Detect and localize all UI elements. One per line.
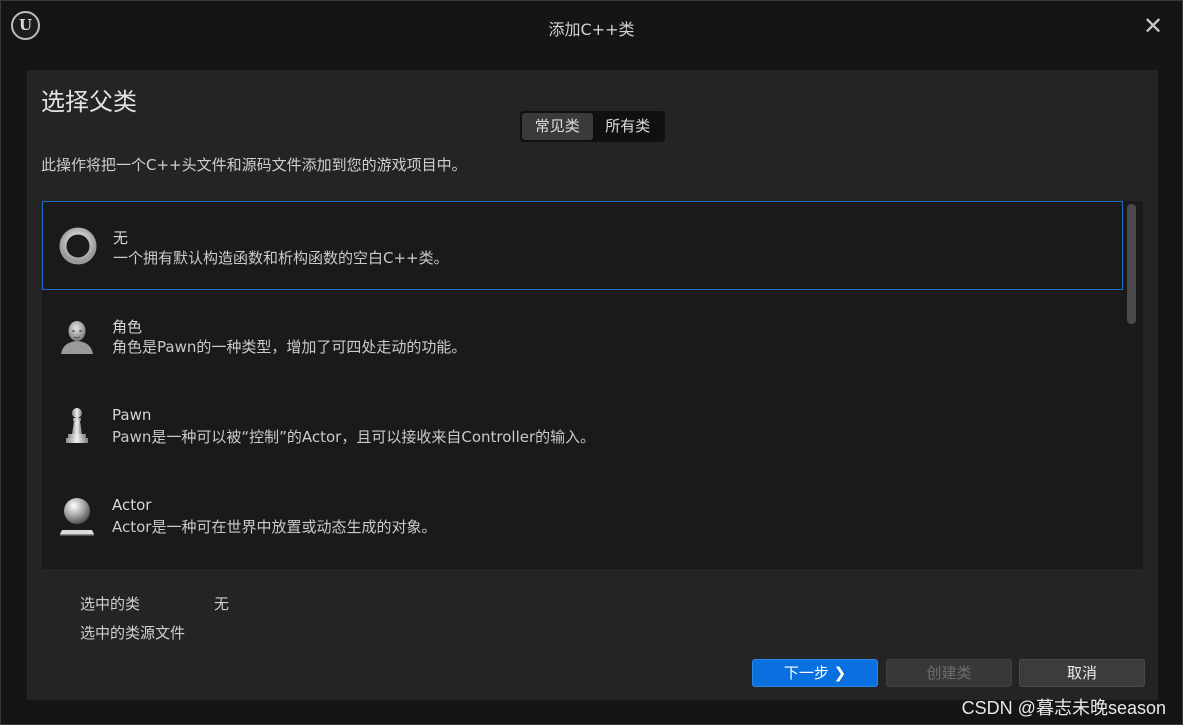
- class-filter-tabs: 常见类 所有类: [520, 111, 665, 142]
- class-item-pawn[interactable]: Pawn Pawn是一种可以被“控制”的Actor，且可以接收来自Control…: [42, 381, 1123, 470]
- create-class-button[interactable]: 创建类: [886, 659, 1012, 687]
- add-cpp-class-dialog: U 添加C++类 ✕ 选择父类 常见类 所有类 此操作将把一个C++头文件和源码…: [0, 0, 1183, 725]
- content-panel: 选择父类 常见类 所有类 此操作将把一个C++头文件和源码文件添加到您的游戏项目…: [27, 70, 1158, 700]
- tab-common-classes[interactable]: 常见类: [522, 113, 593, 140]
- next-button[interactable]: 下一步 ❯: [752, 659, 878, 687]
- pawn-chess-icon: [56, 404, 98, 446]
- class-item-actor[interactable]: Actor Actor是一种可在世界中放置或动态生成的对象。: [42, 471, 1123, 560]
- selected-source-label: 选中的类源文件: [80, 624, 186, 642]
- class-name: Actor: [112, 496, 152, 514]
- class-description: 角色是Pawn的一种类型，增加了可四处走动的功能。: [112, 338, 467, 356]
- window-title: 添加C++类: [548, 20, 635, 39]
- list-scrollbar[interactable]: [1127, 204, 1136, 324]
- class-name: 无: [113, 229, 129, 247]
- class-description: 一个拥有默认构造函数和析构函数的空白C++类。: [113, 249, 449, 267]
- tab-all-classes[interactable]: 所有类: [593, 113, 664, 140]
- page-title: 选择父类: [41, 88, 137, 116]
- title-bar: U 添加C++类 ✕: [1, 1, 1182, 53]
- watermark: CSDN @暮志未晚season: [961, 698, 1166, 718]
- parent-class-list: 无 一个拥有默认构造函数和析构函数的空白C++类。 角色 角色是Pawn的一种类…: [42, 201, 1143, 569]
- cancel-button[interactable]: 取消: [1019, 659, 1145, 687]
- sphere-on-base-icon: [56, 494, 98, 536]
- class-name: Pawn: [112, 406, 152, 424]
- class-description: Actor是一种可在世界中放置或动态生成的对象。: [112, 518, 437, 536]
- character-bust-icon: [56, 314, 98, 356]
- class-description: Pawn是一种可以被“控制”的Actor，且可以接收来自Controller的输…: [112, 428, 596, 446]
- selected-class-label: 选中的类: [80, 595, 141, 613]
- selected-class-value: 无: [214, 595, 230, 613]
- close-icon[interactable]: ✕: [1142, 13, 1164, 39]
- ring-icon: [57, 225, 99, 267]
- class-item-none[interactable]: 无 一个拥有默认构造函数和析构函数的空白C++类。: [42, 201, 1123, 290]
- class-item-character[interactable]: 角色 角色是Pawn的一种类型，增加了可四处走动的功能。: [42, 291, 1123, 380]
- class-name: 角色: [112, 318, 143, 336]
- dialog-description: 此操作将把一个C++头文件和源码文件添加到您的游戏项目中。: [41, 156, 467, 174]
